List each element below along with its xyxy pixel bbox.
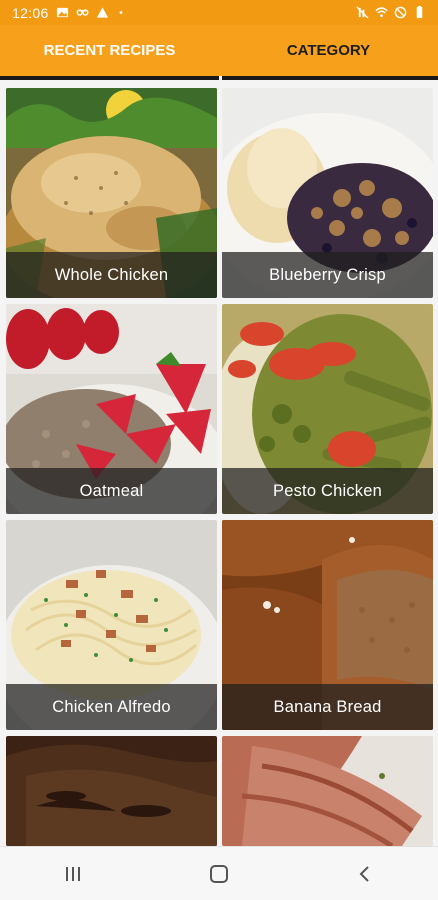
system-nav-bar (0, 846, 438, 900)
ham-photo (222, 736, 433, 846)
tab-category[interactable]: CATEGORY (219, 25, 438, 76)
recipe-title: Whole Chicken (54, 265, 169, 284)
status-time: 12:06 (12, 4, 49, 21)
recipe-card-pesto-chicken[interactable]: Pesto Chicken (222, 304, 433, 514)
card-label-band: Chicken Alfredo (6, 684, 217, 730)
card-label-band: Pesto Chicken (222, 468, 433, 514)
dnd-icon (394, 6, 407, 19)
recipe-card-chicken-alfredo[interactable]: Chicken Alfredo (6, 520, 217, 730)
app-tab-bar: RECENT RECIPES CATEGORY (0, 25, 438, 76)
voicemail-icon (76, 9, 88, 16)
status-left: 12:06 (12, 5, 126, 21)
card-label-band: Banana Bread (222, 684, 433, 730)
home-icon (210, 864, 228, 883)
recents-button[interactable] (43, 854, 103, 894)
recipe-title: Pesto Chicken (273, 481, 382, 500)
recipe-title: Banana Bread (273, 697, 382, 716)
triangle-alert-icon (96, 7, 108, 18)
recipe-card-whole-chicken[interactable]: Whole Chicken (6, 88, 217, 298)
recents-icon (66, 866, 80, 881)
home-button[interactable] (189, 854, 249, 894)
back-button[interactable] (335, 854, 395, 894)
tab-indicator-left (0, 76, 219, 80)
card-label-band: Blueberry Crisp (222, 252, 433, 298)
status-bar: 12:06 (0, 0, 438, 25)
back-icon (359, 865, 369, 882)
recipe-grid[interactable]: Whole Chicken Blueberry Crisp Oatmeal Pe… (0, 84, 438, 846)
recipe-card-partial-roast[interactable] (6, 736, 217, 846)
card-label-band: Oatmeal (6, 468, 217, 514)
dot-icon (119, 11, 122, 14)
recipe-card-oatmeal[interactable]: Oatmeal (6, 304, 217, 514)
recipe-card-banana-bread[interactable]: Banana Bread (222, 520, 433, 730)
recipe-card-blueberry-crisp[interactable]: Blueberry Crisp (222, 88, 433, 298)
battery-icon (416, 6, 423, 19)
status-right (356, 6, 426, 19)
wifi-icon (375, 7, 388, 18)
tab-indicator-right (222, 76, 438, 80)
card-label-band: Whole Chicken (6, 252, 217, 298)
tab-recent-recipes[interactable]: RECENT RECIPES (0, 25, 219, 76)
recipe-title: Oatmeal (79, 481, 144, 500)
recipe-card-partial-ham[interactable] (222, 736, 433, 846)
roast-photo (6, 736, 217, 846)
image-icon (56, 7, 68, 18)
recipe-title: Chicken Alfredo (52, 697, 171, 716)
recipe-title: Blueberry Crisp (269, 265, 386, 284)
mute-icon (356, 6, 369, 19)
